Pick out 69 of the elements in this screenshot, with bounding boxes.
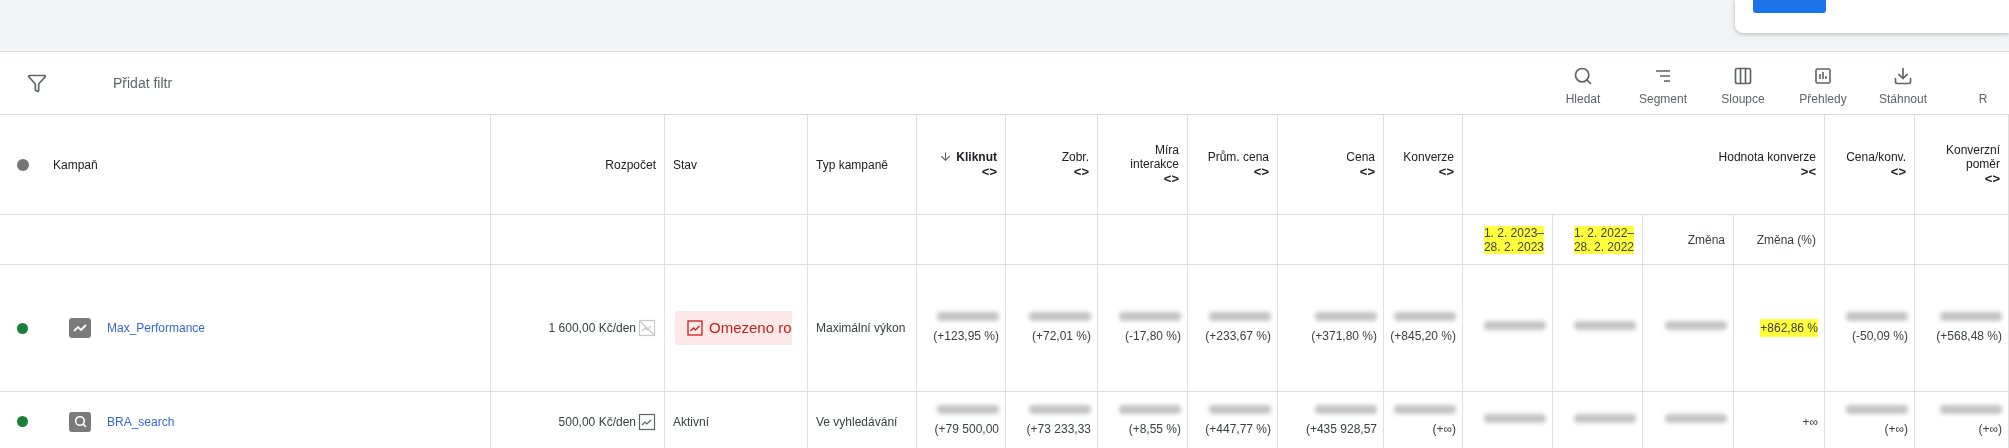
search-icon [1573, 66, 1593, 86]
column-header[interactable]: 1. 2. 2023– 28. 2. 2023 [1483, 225, 1544, 254]
column-header[interactable]: 1. 2. 2022– 28. 2. 2022 [1573, 225, 1634, 254]
column-header[interactable]: Stav [673, 157, 697, 172]
expand-toggle[interactable]: <> [1073, 163, 1089, 180]
column-header[interactable]: Cena [1346, 149, 1375, 164]
column-header[interactable]: Prům. cena [1207, 149, 1269, 164]
budget-value: 1 600,00 Kč/den [548, 320, 636, 337]
column-header[interactable]: Změna (%) [1756, 232, 1816, 247]
metric-value: (+73 233,33 [1026, 421, 1091, 438]
metric-value: (+435 928,57 [1305, 421, 1377, 438]
crossed-chart-icon [638, 319, 656, 337]
column-header[interactable]: Kampaň [53, 157, 98, 172]
status-chip[interactable]: Omezeno ro [675, 311, 792, 345]
bar-chart-icon [1813, 66, 1833, 86]
metric-value: (+845,20 %) [1390, 327, 1456, 345]
add-filter-link[interactable]: Přidat filtr [113, 72, 173, 94]
metric-value: (+123,95 %) [933, 327, 999, 345]
column-group-header: Hodnota konverze [1718, 149, 1816, 164]
metric-value: (+568,48 %) [1936, 327, 2002, 345]
metric-value: (+447,77 %) [1205, 421, 1271, 438]
chart-icon [638, 412, 656, 431]
chart-icon [687, 320, 703, 336]
campaign-link[interactable]: BRA_search [107, 412, 175, 431]
metric-value: (-50,09 %) [1851, 327, 1908, 345]
metric-value: (+∞) [1432, 421, 1456, 438]
column-header[interactable]: Konverze [1403, 149, 1454, 164]
toolbar-button[interactable]: Sloupce [1703, 66, 1783, 108]
cell-text: Ve vyhledávání [816, 414, 898, 429]
columns-icon [1733, 66, 1753, 86]
toolbar-button[interactable]: Stáhnout [1863, 66, 1943, 108]
expand-toggle[interactable]: <> [1438, 163, 1454, 180]
expand-toggle[interactable]: <> [981, 163, 997, 180]
metric-value: (+371,80 %) [1311, 327, 1377, 345]
toolbar-button[interactable]: Segment [1623, 66, 1703, 108]
metric-value: +862,86 % [1760, 319, 1818, 337]
metric-value: (+79 500,00 [934, 421, 999, 438]
metric-value: +∞ [1802, 413, 1818, 431]
collapse-toggle[interactable]: >< [1800, 163, 1816, 180]
metric-value: (+∞) [1884, 421, 1908, 438]
budget-value: 500,00 Kč/den [558, 413, 636, 431]
expand-toggle[interactable]: <> [1253, 163, 1269, 180]
column-header[interactable]: Rozpočet [605, 157, 656, 172]
column-header[interactable]: Změna [1687, 232, 1725, 247]
metric-value: (+233,67 %) [1205, 327, 1271, 345]
metric-value: (+∞) [1978, 421, 2002, 438]
column-header[interactable]: Konverzní poměr [1923, 142, 2000, 171]
filter-icon[interactable] [27, 73, 47, 93]
metric-value: (+8,55 %) [1128, 421, 1181, 438]
column-header[interactable]: Cena/konv. [1846, 149, 1906, 164]
expand-toggle[interactable]: <> [1163, 170, 1179, 187]
campaign-link[interactable]: Max_Performance [107, 319, 206, 337]
expand-toggle[interactable]: <> [1359, 163, 1375, 180]
column-header[interactable]: Zobr. [1061, 149, 1089, 164]
toolbar-button[interactable]: R [1943, 90, 2009, 108]
cell-text: Maximální výkon [816, 321, 906, 335]
column-header[interactable]: Typ kampaně [816, 157, 889, 172]
metric-value: (+72,01 %) [1031, 327, 1091, 345]
metric-value: (-17,80 %) [1124, 327, 1181, 345]
search-icon [69, 411, 91, 432]
download-icon [1893, 66, 1913, 86]
cell-text: Aktivní [673, 414, 709, 429]
trend-icon [69, 318, 91, 338]
expand-toggle[interactable]: <> [1890, 163, 1906, 180]
column-header[interactable]: Kliknut [956, 149, 997, 164]
toolbar-button[interactable]: Hledat [1543, 66, 1623, 108]
column-header[interactable]: Míra interakce [1106, 142, 1179, 171]
expand-toggle[interactable]: <> [1984, 170, 2000, 187]
toolbar-button[interactable]: Přehledy [1783, 66, 1863, 108]
